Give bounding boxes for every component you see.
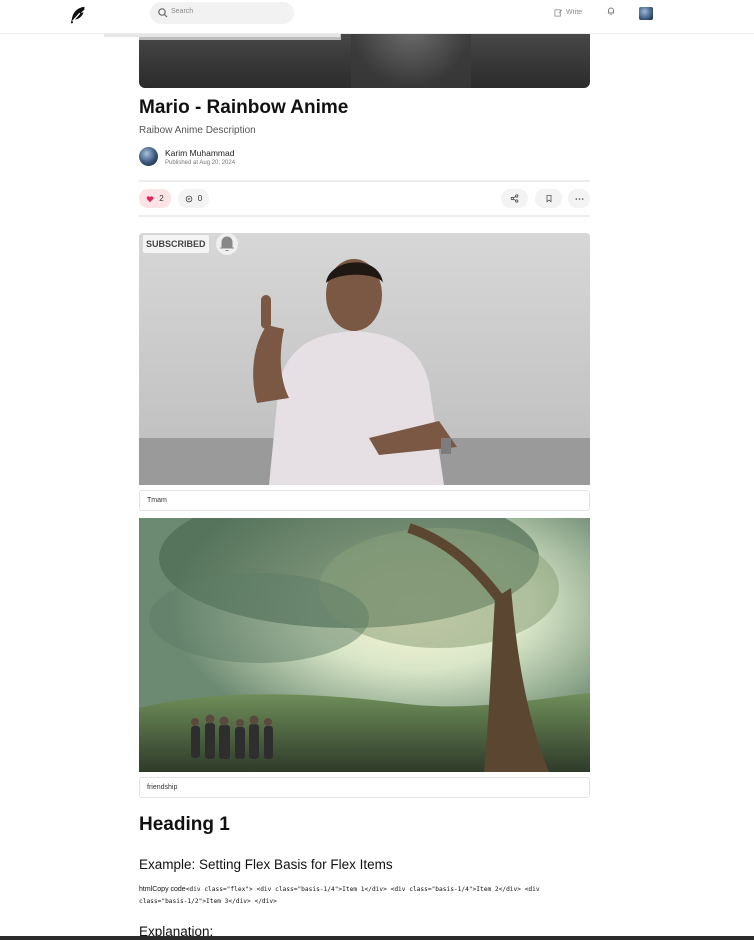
like-count: 2 xyxy=(159,194,164,203)
edit-icon xyxy=(554,9,563,17)
article-description: Raibow Anime Description xyxy=(139,125,256,136)
heading-1: Heading 1 xyxy=(139,814,230,835)
image-caption[interactable]: friendship xyxy=(139,777,590,798)
article-image-friendship xyxy=(139,518,590,772)
thumbs-up-photo: SUBSCRIBED xyxy=(139,233,590,485)
subscribed-overlay: SUBSCRIBED xyxy=(146,239,206,249)
more-icon xyxy=(575,197,583,200)
image-caption[interactable]: Tmam xyxy=(139,490,590,511)
user-avatar[interactable] xyxy=(639,7,653,20)
top-navigation: Search Write xyxy=(0,0,754,37)
friendship-photo xyxy=(139,518,590,772)
comment-button[interactable]: 0 xyxy=(178,189,209,208)
divider xyxy=(139,215,590,217)
published-date: Published at Aug 20, 2024 xyxy=(165,160,236,166)
comment-icon xyxy=(185,195,193,202)
search-bar[interactable]: Search xyxy=(150,2,294,24)
code-prefix: htmlCopy code xyxy=(139,886,186,893)
bottom-bar xyxy=(0,936,754,940)
heading-2: Example: Setting Flex Basis for Flex Ite… xyxy=(139,857,393,872)
bookmark-button[interactable] xyxy=(535,189,562,208)
article-title: Mario - Rainbow Anime xyxy=(139,97,349,118)
write-label: Write xyxy=(566,9,583,16)
search-icon xyxy=(158,8,168,18)
author-name[interactable]: Karim Muhammad xyxy=(165,148,234,158)
search-input[interactable]: Search xyxy=(171,8,193,15)
bookmark-icon xyxy=(546,194,551,203)
bell-icon[interactable] xyxy=(606,6,616,16)
share-button[interactable] xyxy=(501,189,528,208)
feather-logo-icon[interactable] xyxy=(67,4,89,26)
divider xyxy=(104,34,340,37)
more-options-button[interactable] xyxy=(568,189,590,208)
write-button[interactable]: Write xyxy=(554,8,582,17)
share-icon xyxy=(510,194,519,203)
code-snippet: <div class="flex"> <div class="basis-1/4… xyxy=(139,886,540,905)
divider xyxy=(139,180,590,182)
like-button[interactable]: 2 xyxy=(139,189,171,208)
code-paragraph: htmlCopy code<div class="flex"> <div cla… xyxy=(139,884,590,908)
heart-icon xyxy=(146,195,154,202)
author-avatar[interactable] xyxy=(139,147,158,166)
article-image-thumbs-up: SUBSCRIBED xyxy=(139,233,590,485)
comment-count: 0 xyxy=(197,194,203,203)
